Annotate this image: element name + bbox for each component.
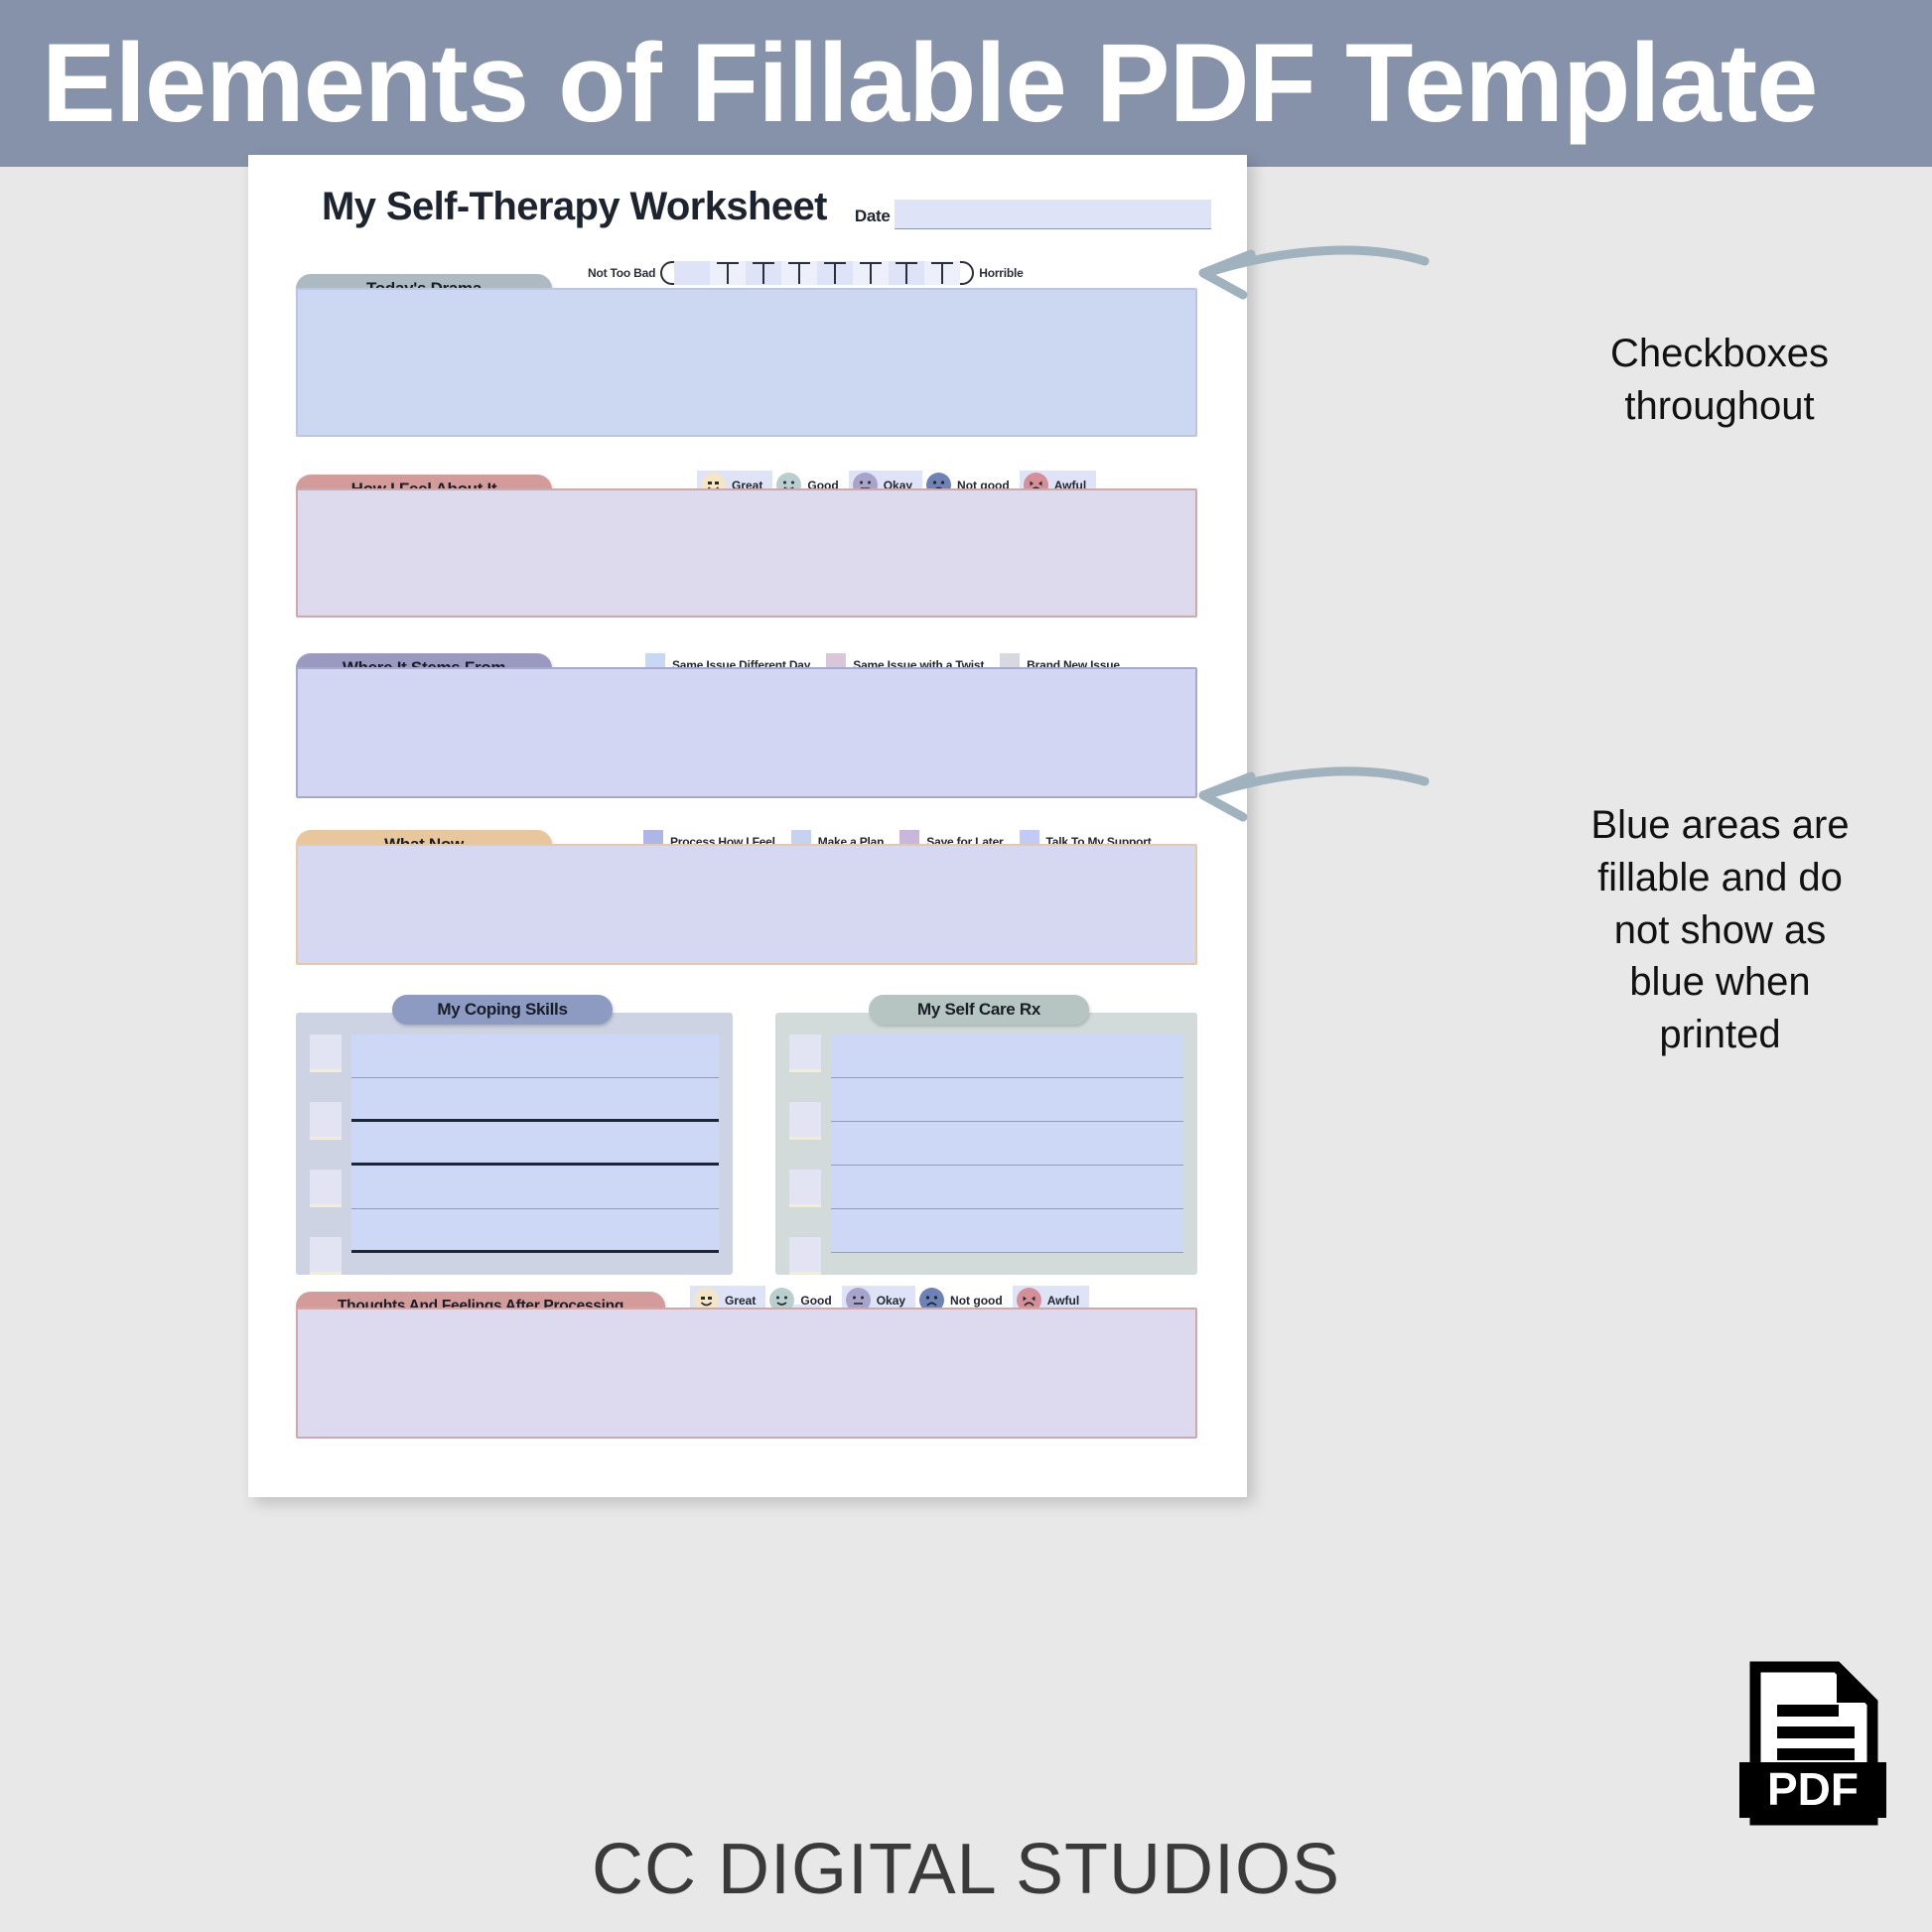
annotation-arrow-blue-areas	[1198, 766, 1430, 822]
write-line[interactable]	[831, 1122, 1183, 1166]
annotation-arrow-checkboxes	[1198, 245, 1430, 300]
section-todays-drama: Today's Drama	[248, 274, 1247, 437]
textarea-where-it-stems-from[interactable]	[296, 667, 1197, 798]
section-where-it-stems-from: Where It Stems From Same Issue Different…	[248, 653, 1247, 798]
scale-tick	[860, 262, 883, 264]
section-how-i-feel: How I Feel About It Great Good	[248, 471, 1247, 618]
coping-lines	[351, 1035, 719, 1255]
scale-tick	[717, 262, 740, 264]
write-line[interactable]	[831, 1209, 1183, 1253]
textarea-what-now[interactable]	[296, 844, 1197, 965]
worksheet-header: My Self-Therapy Worksheet Date	[248, 185, 1247, 229]
scale-tick	[788, 262, 811, 264]
write-line[interactable]	[351, 1166, 719, 1209]
mood-label: Good	[800, 1293, 832, 1308]
write-line[interactable]	[831, 1166, 1183, 1209]
page-banner: Elements of Fillable PDF Template	[0, 0, 1932, 167]
worksheet-title: My Self-Therapy Worksheet	[322, 185, 827, 228]
scale-tick	[931, 262, 954, 264]
checkbox[interactable]	[310, 1102, 342, 1140]
write-line[interactable]	[351, 1122, 719, 1166]
checkbox[interactable]	[789, 1102, 821, 1140]
textarea-todays-drama[interactable]	[296, 288, 1197, 437]
scale-tick	[753, 262, 775, 264]
annotation-line: Checkboxes throughout	[1609, 332, 1830, 428]
section-what-now: What Now Process How I Feel Make a Plan …	[248, 830, 1247, 965]
banner-title: Elements of Fillable PDF Template	[42, 21, 1818, 145]
date-input[interactable]	[894, 200, 1211, 229]
write-line[interactable]	[831, 1035, 1183, 1078]
annotation-checkboxes-throughout: Checkboxes throughout	[1551, 328, 1888, 433]
checkbox[interactable]	[789, 1237, 821, 1275]
date-label: Date	[854, 207, 891, 225]
section-thoughts-after-processing: Thoughts And Feelings After Processing G…	[248, 1286, 1247, 1439]
footer-brand: CC DIGITAL STUDIOS	[591, 1830, 1341, 1909]
pdf-file-icon: PDF	[1733, 1659, 1892, 1833]
scale-tick	[896, 262, 918, 264]
textarea-how-i-feel[interactable]	[296, 488, 1197, 618]
checkbox[interactable]	[789, 1170, 821, 1207]
checkbox[interactable]	[310, 1170, 342, 1207]
screenshot-root: Elements of Fillable PDF Template My Sel…	[0, 0, 1932, 1932]
write-line[interactable]	[831, 1078, 1183, 1122]
write-line[interactable]	[351, 1209, 719, 1253]
checkbox[interactable]	[310, 1035, 342, 1072]
worksheet-sheet: My Self-Therapy Worksheet Date Not Too B…	[248, 155, 1247, 1497]
scale-tick	[824, 262, 847, 264]
mood-label: Great	[725, 1293, 757, 1308]
section-title-my-coping-skills: My Coping Skills	[392, 995, 613, 1025]
annotation-line: Blue areas are fillable and do not show …	[1590, 803, 1850, 1057]
panel-my-coping-skills	[296, 1013, 733, 1342]
mood-label: Okay	[876, 1293, 906, 1308]
panel-my-self-care-rx	[775, 1013, 1197, 1342]
mood-label: Awful	[1046, 1293, 1080, 1308]
pdf-badge-text: PDF	[1767, 1763, 1859, 1815]
write-line[interactable]	[351, 1078, 719, 1122]
checkbox[interactable]	[789, 1035, 821, 1072]
mood-label: Not good	[950, 1293, 1003, 1308]
selfcare-lines	[831, 1035, 1183, 1255]
section-title-my-self-care-rx: My Self Care Rx	[869, 995, 1089, 1025]
textarea-thoughts-after-processing[interactable]	[296, 1308, 1197, 1439]
write-line[interactable]	[351, 1035, 719, 1078]
checkbox[interactable]	[310, 1237, 342, 1275]
date-field-group: Date	[855, 200, 1247, 229]
annotation-blue-areas-note: Blue areas are fillable and do not show …	[1579, 799, 1862, 1061]
